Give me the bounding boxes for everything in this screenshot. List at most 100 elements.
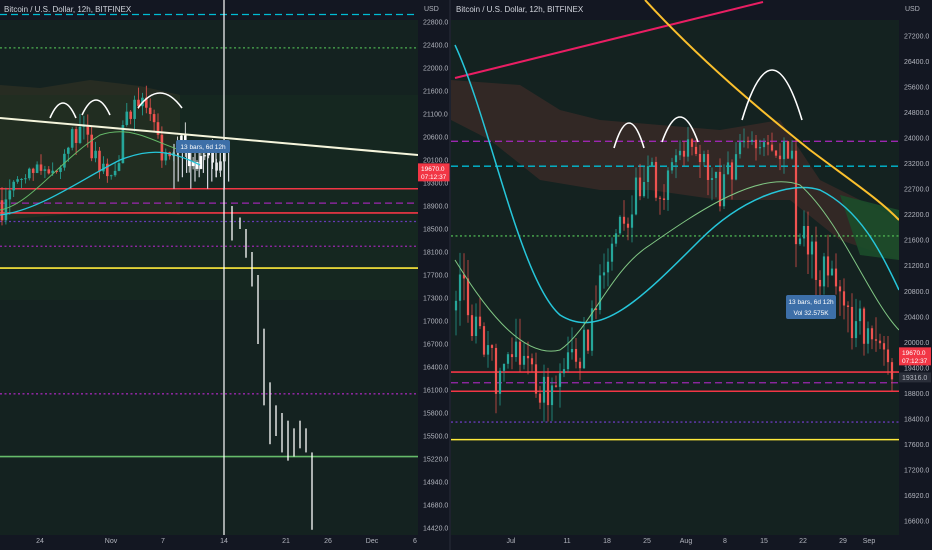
candle-body[interactable] bbox=[690, 139, 694, 147]
candle-body[interactable] bbox=[199, 156, 203, 169]
candle-body[interactable] bbox=[12, 181, 15, 191]
candle-body[interactable] bbox=[486, 345, 490, 355]
candle-body[interactable] bbox=[78, 126, 82, 143]
candle-body[interactable] bbox=[706, 154, 710, 180]
candle-body[interactable] bbox=[16, 179, 19, 182]
candle-body[interactable] bbox=[618, 216, 622, 234]
candle-body[interactable] bbox=[98, 150, 101, 172]
candle-body[interactable] bbox=[35, 164, 39, 173]
candle-body[interactable] bbox=[798, 238, 802, 245]
candle-body[interactable] bbox=[654, 161, 658, 198]
candle-body[interactable] bbox=[658, 197, 662, 199]
candle-body[interactable] bbox=[67, 147, 70, 154]
candle-body[interactable] bbox=[94, 150, 97, 159]
candle-body[interactable] bbox=[602, 272, 606, 276]
candle-body[interactable] bbox=[754, 139, 758, 149]
candle-body[interactable] bbox=[152, 114, 156, 123]
candle-body[interactable] bbox=[502, 363, 506, 371]
candle-body[interactable] bbox=[774, 150, 778, 156]
candle-body[interactable] bbox=[558, 373, 562, 387]
candle-body[interactable] bbox=[770, 144, 774, 151]
candle-body[interactable] bbox=[874, 339, 878, 341]
candle-body[interactable] bbox=[638, 177, 642, 197]
candle-body[interactable] bbox=[830, 268, 834, 276]
candle-body[interactable] bbox=[826, 256, 830, 276]
candle-body[interactable] bbox=[566, 352, 570, 370]
candle-body[interactable] bbox=[626, 223, 630, 228]
candle-body[interactable] bbox=[24, 178, 27, 180]
candle-body[interactable] bbox=[490, 345, 494, 348]
candle-body[interactable] bbox=[698, 153, 702, 163]
candle-body[interactable] bbox=[506, 354, 510, 364]
candle-body[interactable] bbox=[160, 134, 164, 161]
candle-body[interactable] bbox=[514, 341, 518, 358]
candle-body[interactable] bbox=[702, 154, 706, 163]
candle-body[interactable] bbox=[878, 340, 882, 344]
candle-body[interactable] bbox=[482, 326, 486, 355]
candle-body[interactable] bbox=[850, 306, 854, 339]
candle-body[interactable] bbox=[642, 181, 646, 197]
candle-body[interactable] bbox=[606, 261, 610, 273]
candle-body[interactable] bbox=[682, 150, 686, 157]
candle-body[interactable] bbox=[578, 361, 582, 369]
candle-body[interactable] bbox=[534, 364, 538, 394]
candle-body[interactable] bbox=[666, 170, 670, 200]
candle-body[interactable] bbox=[8, 190, 12, 200]
candle-body[interactable] bbox=[650, 161, 654, 167]
candle-body[interactable] bbox=[786, 141, 790, 159]
candle-body[interactable] bbox=[834, 268, 838, 287]
candle-body[interactable] bbox=[470, 315, 474, 337]
candle-body[interactable] bbox=[854, 321, 858, 339]
candle-body[interactable] bbox=[582, 329, 586, 369]
candle-body[interactable] bbox=[814, 241, 818, 280]
candle-body[interactable] bbox=[858, 308, 862, 322]
candle-body[interactable] bbox=[670, 162, 674, 171]
candle-body[interactable] bbox=[538, 393, 542, 403]
candle-body[interactable] bbox=[662, 198, 666, 200]
candle-body[interactable] bbox=[746, 140, 750, 142]
candle-body[interactable] bbox=[63, 153, 66, 168]
candle-body[interactable] bbox=[842, 291, 846, 306]
candle-body[interactable] bbox=[778, 155, 782, 160]
candle-body[interactable] bbox=[822, 256, 826, 287]
candle-body[interactable] bbox=[846, 305, 850, 307]
candle-body[interactable] bbox=[674, 155, 678, 163]
candle-body[interactable] bbox=[86, 125, 90, 135]
candle-body[interactable] bbox=[47, 169, 51, 174]
candle-body[interactable] bbox=[522, 355, 526, 365]
candle-body[interactable] bbox=[125, 111, 129, 125]
candle-body[interactable] bbox=[686, 139, 690, 157]
candle-body[interactable] bbox=[474, 316, 478, 337]
candle-body[interactable] bbox=[570, 348, 574, 353]
candle-body[interactable] bbox=[518, 341, 522, 365]
candle-body[interactable] bbox=[121, 124, 125, 164]
candle-body[interactable] bbox=[43, 169, 47, 171]
candle-body[interactable] bbox=[102, 163, 105, 172]
candle-body[interactable] bbox=[478, 316, 482, 327]
candle-body[interactable] bbox=[562, 369, 566, 374]
candle-body[interactable] bbox=[726, 162, 730, 175]
candle-body[interactable] bbox=[886, 349, 890, 363]
candle-body[interactable] bbox=[722, 174, 726, 207]
candle-body[interactable] bbox=[818, 279, 822, 287]
candle-body[interactable] bbox=[610, 243, 614, 262]
candle-body[interactable] bbox=[129, 111, 132, 119]
candle-body[interactable] bbox=[550, 385, 554, 406]
candle-body[interactable] bbox=[546, 376, 550, 406]
candle-body[interactable] bbox=[866, 328, 870, 344]
candle-body[interactable] bbox=[530, 358, 534, 365]
candle-body[interactable] bbox=[113, 170, 117, 176]
candle-body[interactable] bbox=[20, 178, 23, 180]
candle-body[interactable] bbox=[766, 142, 770, 145]
candle-body[interactable] bbox=[70, 129, 74, 148]
candle-body[interactable] bbox=[870, 328, 874, 340]
candle-body[interactable] bbox=[738, 142, 742, 155]
candle-body[interactable] bbox=[806, 226, 810, 255]
candle-body[interactable] bbox=[882, 343, 886, 350]
candle-body[interactable] bbox=[498, 370, 502, 394]
candle-body[interactable] bbox=[526, 355, 530, 359]
candle-body[interactable] bbox=[694, 146, 698, 154]
candle-body[interactable] bbox=[117, 163, 121, 171]
candle-body[interactable] bbox=[762, 142, 766, 148]
candle-body[interactable] bbox=[802, 226, 806, 239]
